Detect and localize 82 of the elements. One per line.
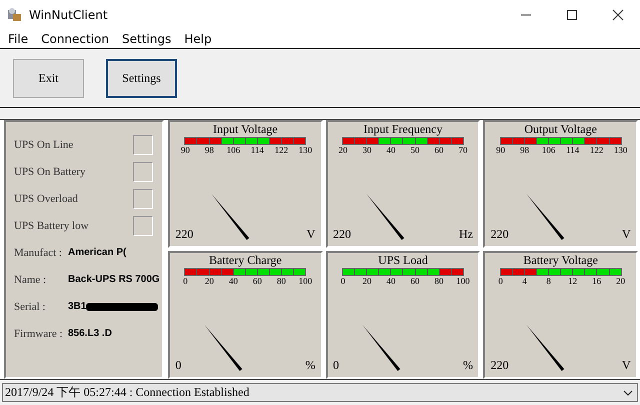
gauge-value: 220 — [175, 228, 194, 241]
tick-label: 100 — [298, 276, 314, 286]
status-dropdown[interactable]: 2017/9/24 下午 05:27:44 : Connection Established — [2, 383, 638, 402]
gauge-title: UPS Load — [378, 253, 428, 267]
tick-label: 4 — [521, 276, 528, 286]
tick-label: 60 — [252, 276, 263, 286]
gauge-unit: % — [305, 359, 316, 372]
tick-label: 106 — [226, 145, 242, 155]
tick-label: 60 — [409, 276, 420, 286]
tick-label: 40 — [228, 276, 239, 286]
indicator-label: UPS Overload — [14, 192, 78, 204]
close-icon[interactable] — [612, 9, 624, 21]
gauge-needle — [362, 324, 400, 371]
gauge-unit: V — [622, 228, 631, 241]
app-icon — [7, 7, 23, 23]
tick-label: 80 — [433, 276, 444, 286]
tick-label: 0 — [182, 276, 189, 286]
tick-label: 114 — [565, 145, 580, 155]
gauge-needle — [211, 194, 250, 240]
tick-label: 114 — [250, 145, 265, 155]
tick-label: 60 — [433, 145, 444, 155]
chevron-down-icon[interactable] — [623, 390, 633, 396]
gauge-title: Battery Voltage — [523, 253, 598, 267]
info-value: Back-UPS RS 700G — [68, 274, 160, 285]
tick-label: 100 — [455, 276, 471, 286]
tick-label: 20 — [337, 145, 348, 155]
tick-label: 80 — [276, 276, 287, 286]
gauge-unit: V — [622, 359, 631, 372]
tick-label: 70 — [457, 145, 468, 155]
info-label: Name : — [14, 274, 48, 286]
maximize-icon[interactable] — [566, 9, 578, 21]
info-value: 3B1 — [68, 301, 86, 312]
gauge-needle — [526, 324, 565, 371]
tick-label: 130 — [298, 145, 314, 155]
info-value: American P( — [68, 247, 126, 258]
tick-label: 122 — [588, 145, 604, 155]
gauge-title: Output Voltage — [524, 122, 597, 136]
gauge-value: 220 — [490, 228, 509, 241]
tick-label: 122 — [274, 145, 290, 155]
tick-label: 98 — [519, 145, 530, 155]
menu-item[interactable]: Connection — [41, 32, 109, 46]
tick-label: 0 — [340, 276, 346, 286]
tick-label: 130 — [612, 145, 628, 155]
tick-label: 16 — [591, 276, 602, 286]
tick-label: 30 — [361, 145, 372, 155]
info-label: Serial : — [14, 300, 46, 312]
tick-label: 0 — [497, 276, 504, 286]
tick-label: 40 — [385, 145, 396, 155]
tick-label: 8 — [545, 276, 552, 286]
window-title: WinNutClient — [29, 8, 109, 22]
gauge-unit: V — [306, 228, 316, 241]
tick-label: 106 — [540, 145, 556, 155]
gauge-title: Battery Charge — [208, 253, 282, 267]
tick-label: 90 — [495, 145, 506, 155]
menu-item[interactable]: Help — [184, 32, 212, 46]
toolbar-button[interactable]: Settings — [106, 58, 177, 98]
indicator-label: UPS On Line — [14, 138, 74, 150]
gauge-needle — [526, 194, 565, 240]
gauge-value: 0 — [175, 359, 182, 372]
indicator-label: UPS On Battery — [14, 166, 86, 178]
tick-label: 12 — [567, 276, 578, 286]
gauge-value: 220 — [332, 228, 351, 241]
menu-item[interactable]: File — [8, 32, 28, 46]
tick-label: 50 — [409, 145, 420, 155]
gauge-title: Input Frequency — [364, 122, 442, 136]
tick-label: 20 — [361, 276, 372, 286]
gauge-title: Input Voltage — [213, 122, 278, 136]
tick-label: 20 — [204, 276, 215, 286]
gauge-needle — [366, 194, 404, 240]
indicator-label: UPS Battery low — [14, 220, 89, 232]
gauge-needle — [204, 324, 243, 371]
info-value: 856.L3 .D — [68, 328, 112, 339]
gauge-unit: % — [462, 359, 473, 372]
tick-label: 20 — [615, 276, 626, 286]
toolbar-button[interactable]: Exit — [13, 58, 84, 98]
tick-label: 90 — [180, 145, 191, 155]
gauge-unit: Hz — [458, 228, 473, 241]
menu-item[interactable]: Settings — [122, 32, 172, 46]
tick-label: 40 — [385, 276, 396, 286]
tick-label: 98 — [204, 145, 215, 155]
gauge-value: 0 — [332, 359, 339, 372]
gauge-value: 220 — [490, 359, 509, 372]
